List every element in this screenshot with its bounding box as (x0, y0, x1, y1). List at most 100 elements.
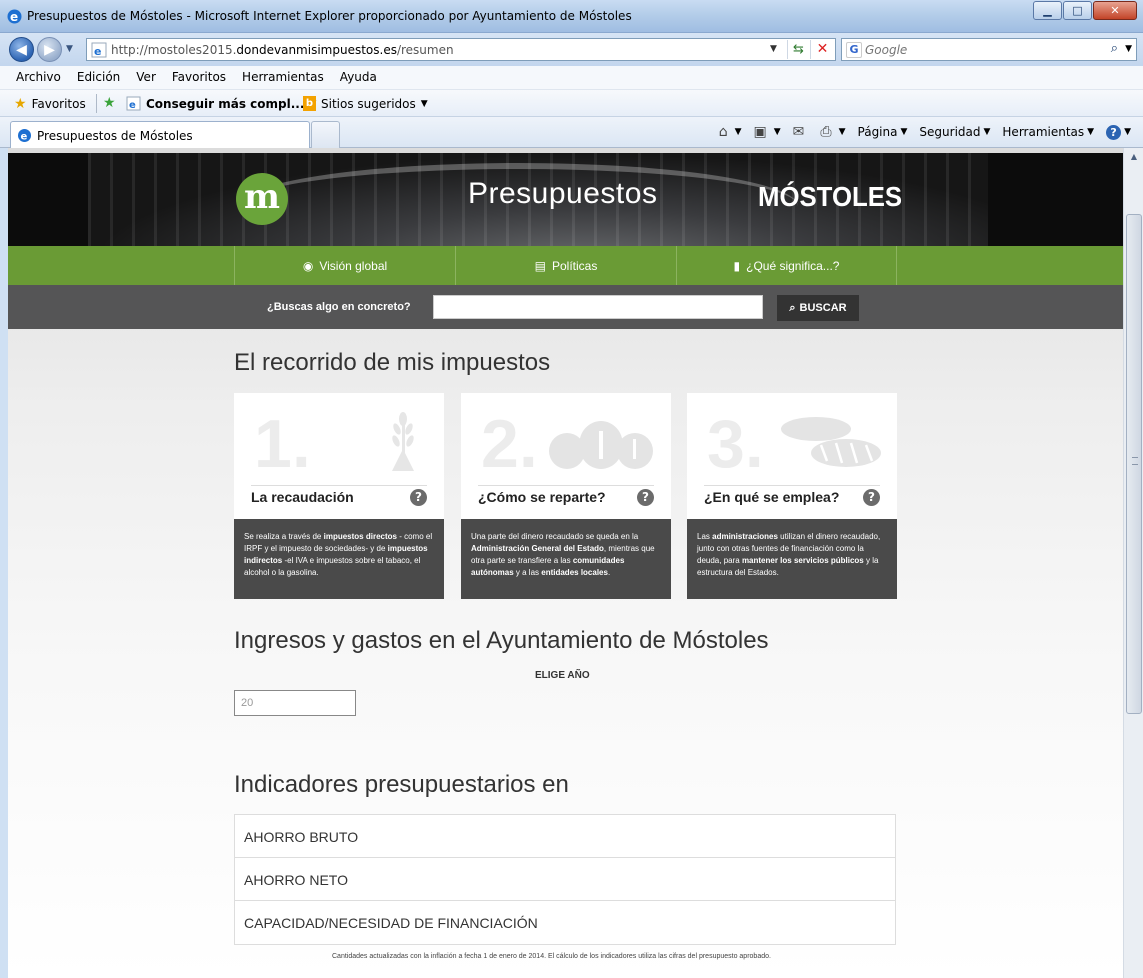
documents-icon: ▤ (534, 258, 546, 273)
book-icon: ▮ (733, 258, 741, 273)
nav-politicas[interactable]: ▤ Políticas (455, 246, 676, 285)
security-menu[interactable]: Seguridad ▼ (919, 125, 990, 139)
tools-menu[interactable]: Herramientas ▼ (1002, 125, 1094, 139)
card-recaudacion[interactable]: 1. La recaudación ? Se realiza a través … (234, 393, 444, 599)
menu-edicion[interactable]: Edición (69, 66, 128, 89)
mail-icon: ✉ (792, 124, 805, 140)
search-input[interactable] (865, 41, 1095, 58)
city-name: MÓSTOLES (758, 181, 903, 212)
tab-presupuestos[interactable]: e Presupuestos de Móstoles (10, 121, 310, 148)
indicator-capacidad-financiacion[interactable]: CAPACIDAD/NECESIDAD DE FINANCIACIÓN (235, 901, 895, 944)
printer-icon: ⎙ (820, 124, 832, 140)
page-menu[interactable]: Página ▼ (858, 125, 908, 139)
menu-archivo[interactable]: Archivo (8, 66, 69, 89)
forward-arrow-icon: ▶ (44, 41, 55, 58)
card-number: 3. (707, 406, 764, 482)
search-icon[interactable]: ⌕ (1111, 41, 1118, 56)
minimize-button[interactable]: ▁ (1033, 1, 1062, 20)
heading-recorrido: El recorrido de mis impuestos (234, 349, 551, 376)
card-description: Las administraciones utilizan el dinero … (687, 519, 897, 599)
google-icon: G (846, 42, 862, 58)
mostoles-logo[interactable]: m (236, 173, 288, 225)
url-field[interactable]: e http://mostoles2015.dondevanmisimpuest… (86, 38, 836, 61)
chevron-down-icon: ▼ (1124, 127, 1131, 137)
favorites-label: Favoritos (31, 97, 86, 111)
search-box[interactable]: G ⌕ ▼ (841, 38, 1137, 61)
menu-herramientas[interactable]: Herramientas (234, 66, 332, 89)
indicator-ahorro-neto[interactable]: AHORRO NETO (235, 858, 895, 901)
favorites-bar: ★ Favoritos ★ e Conseguir más compl... ▼… (0, 90, 1143, 117)
bing-icon: b (303, 96, 316, 111)
buscar-label: BUSCAR (799, 302, 847, 314)
wheat-icon (392, 412, 414, 471)
mail-button[interactable]: ✉ (793, 124, 809, 140)
indicators-list: AHORRO BRUTO AHORRO NETO CAPACIDAD/NECES… (234, 814, 896, 945)
menu-favoritos[interactable]: Favoritos (164, 66, 234, 89)
site-header: m Presupuestos MÓSTOLES (8, 153, 1123, 246)
chevron-down-icon: ▼ (773, 127, 781, 137)
card-en-que-se-emplea[interactable]: 3. ¿En qué se emplea? ? Las administraci… (687, 393, 897, 599)
nav-que-significa[interactable]: ▮ ¿Qué significa...? (676, 246, 897, 285)
toolbar-separator (96, 94, 97, 113)
nav-label: ¿Qué significa...? (746, 258, 840, 273)
help-icon[interactable]: ? (863, 489, 880, 506)
print-button[interactable]: ⎙ ▼ (820, 124, 845, 140)
site-search-input[interactable] (433, 295, 763, 319)
scroll-thumb[interactable] (1126, 214, 1142, 714)
recent-pages-dropdown-icon[interactable]: ▼ (66, 44, 73, 54)
svg-text:e: e (10, 10, 18, 24)
card-title: La recaudación (251, 489, 354, 505)
window-title: Presupuestos de Móstoles - Microsoft Int… (27, 9, 632, 23)
nav-label: Políticas (551, 258, 598, 273)
svg-text:e: e (94, 45, 101, 58)
year-input[interactable]: 20 (234, 690, 356, 716)
menu-bar: Archivo Edición Ver Favoritos Herramient… (0, 66, 1143, 90)
card-como-se-reparte[interactable]: 2. ¿Cómo se reparte? ? Una parte del din… (461, 393, 671, 599)
nav-vision-global[interactable]: ◉ Visión global (234, 246, 455, 285)
chevron-down-icon: ▼ (420, 98, 428, 109)
close-button[interactable]: ✕ (1093, 1, 1137, 20)
vertical-scrollbar[interactable]: ▲ (1123, 148, 1143, 978)
eye-icon: ◉ (302, 258, 314, 273)
page-menu-label: Página (857, 125, 898, 139)
scroll-grip-icon (1132, 457, 1138, 465)
card-title: ¿En qué se emplea? (704, 489, 840, 505)
star-icon: ★ (14, 96, 27, 112)
refresh-icon[interactable]: ⇆ (787, 40, 809, 59)
get-more-label: Conseguir más compl... (146, 96, 305, 111)
scroll-up-icon[interactable]: ▲ (1127, 152, 1141, 166)
new-tab-button[interactable] (311, 121, 340, 148)
suggested-sites-link[interactable]: b Sitios sugeridos ▼ (303, 96, 428, 111)
search-options-dropdown-icon[interactable]: ▼ (1125, 44, 1132, 54)
add-favorite-icon[interactable]: ★ (103, 95, 116, 111)
help-icon[interactable]: ? (637, 489, 654, 506)
home-icon: ⌂ (718, 124, 728, 140)
help-menu[interactable]: ? ▼ (1106, 124, 1131, 140)
menu-ver[interactable]: Ver (128, 66, 164, 89)
url-text[interactable]: http://mostoles2015.dondevanmisimpuestos… (111, 43, 454, 57)
help-icon: ? (1106, 124, 1122, 140)
url-dropdown-icon[interactable]: ▼ (770, 44, 777, 54)
footnote: Cantidades actualizadas con la inflación… (332, 953, 771, 960)
rss-icon: ▣ (753, 124, 767, 140)
card-description: Se realiza a través de impuestos directo… (234, 519, 444, 599)
get-more-addons-link[interactable]: e Conseguir más compl... ▼ (126, 96, 316, 111)
heading-ingresos-gastos: Ingresos y gastos en el Ayuntamiento de … (234, 627, 769, 654)
menu-ayuda[interactable]: Ayuda (332, 66, 385, 89)
grain-sacks-icon (549, 421, 653, 469)
site-title: Presupuestos (468, 177, 658, 210)
feeds-button[interactable]: ▣ ▼ (754, 124, 781, 140)
home-button[interactable]: ⌂ ▼ (719, 124, 742, 140)
back-button[interactable]: ◀ (9, 37, 34, 62)
year-selector-label: ELIGE AÑO (535, 670, 590, 681)
back-arrow-icon: ◀ (16, 41, 27, 58)
help-icon[interactable]: ? (410, 489, 427, 506)
card-number: 2. (481, 406, 538, 482)
stop-icon[interactable]: ✕ (810, 40, 834, 59)
indicator-ahorro-bruto[interactable]: AHORRO BRUTO (235, 815, 895, 858)
forward-button[interactable]: ▶ (37, 37, 62, 62)
maximize-button[interactable]: □ (1063, 1, 1092, 20)
svg-text:e: e (129, 100, 136, 111)
buscar-button[interactable]: ⌕ BUSCAR (777, 295, 859, 321)
favorites-button[interactable]: ★ Favoritos (14, 96, 86, 112)
